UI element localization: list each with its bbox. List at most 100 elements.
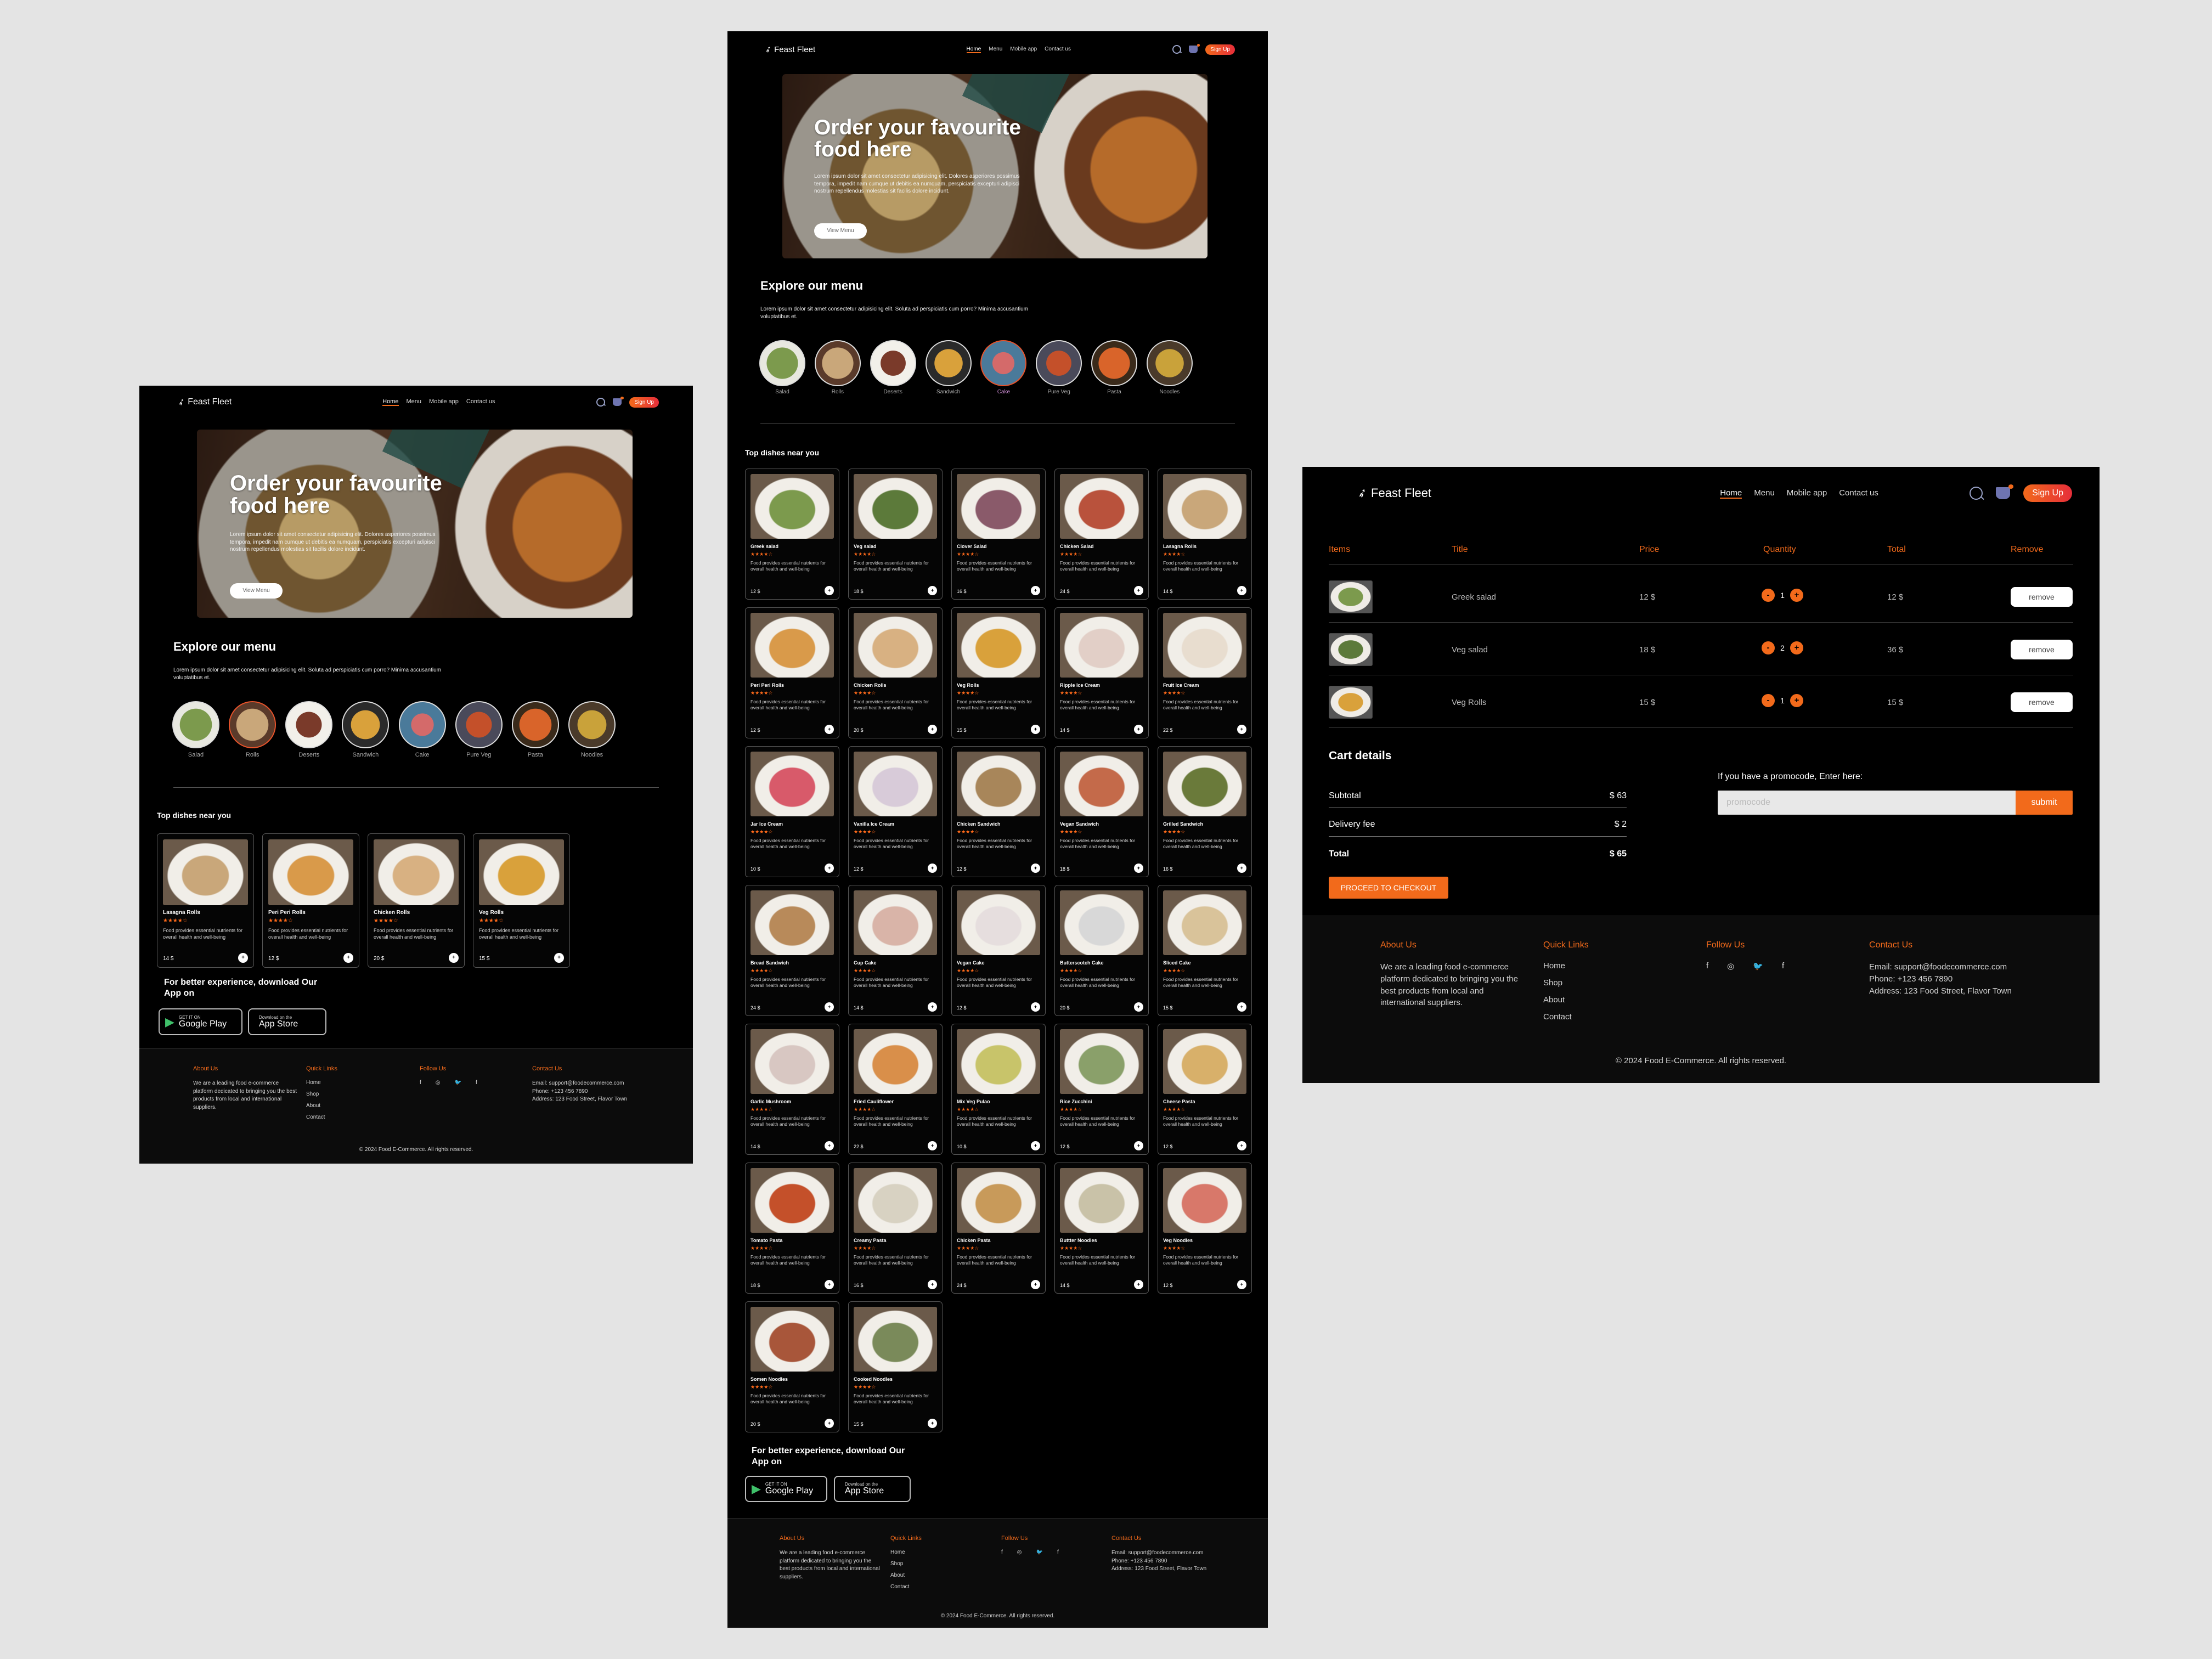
- search-icon[interactable]: [1172, 45, 1182, 54]
- add-to-cart-button[interactable]: +: [825, 1280, 834, 1289]
- dish-card[interactable]: Lasagna Rolls ★★★★☆ Food provides essentia…: [157, 833, 254, 968]
- remove-item-button[interactable]: remove: [2011, 587, 2073, 607]
- footer-link-shop[interactable]: Shop: [1543, 978, 1589, 988]
- add-to-cart-button[interactable]: +: [554, 953, 564, 963]
- add-to-cart-button[interactable]: +: [1031, 864, 1040, 873]
- logo[interactable]: ➶ Feast Fleet: [764, 44, 815, 55]
- twitter-icon[interactable]: 🐦: [1036, 1549, 1043, 1555]
- add-to-cart-button[interactable]: +: [449, 953, 459, 963]
- add-to-cart-button[interactable]: +: [825, 725, 834, 734]
- category-salad[interactable]: Salad: [759, 340, 805, 395]
- basket-icon[interactable]: [1189, 43, 1200, 53]
- submit-promo-button[interactable]: submit: [2016, 791, 2073, 815]
- facebook-icon[interactable]: f: [476, 1080, 477, 1086]
- dish-card[interactable]: Sliced Cake ★★★★☆ Food provides essential …: [1158, 885, 1252, 1016]
- footer-link-home[interactable]: Home: [890, 1549, 922, 1555]
- promocode-input[interactable]: [1718, 791, 2016, 815]
- twitter-icon[interactable]: 🐦: [455, 1080, 461, 1086]
- dish-card[interactable]: Fried Cauliflower ★★★★☆ Food provides esse…: [848, 1024, 943, 1155]
- facebook-icon[interactable]: f: [1057, 1549, 1059, 1555]
- proceed-to-checkout-button[interactable]: PROCEED TO CHECKOUT: [1329, 877, 1448, 899]
- category-sandwich[interactable]: Sandwich: [925, 340, 972, 395]
- dish-card[interactable]: Cheese Pasta ★★★★☆ Food provides essential…: [1158, 1024, 1252, 1155]
- remove-item-button[interactable]: remove: [2011, 692, 2073, 712]
- dish-card[interactable]: Creamy Pasta ★★★★☆ Food provides essential…: [848, 1163, 943, 1294]
- dish-card[interactable]: Mix Veg Pulao ★★★★☆ Food provides essentia…: [951, 1024, 1046, 1155]
- category-deserts[interactable]: Deserts: [285, 701, 333, 758]
- category-rolls[interactable]: Rolls: [814, 340, 861, 395]
- dish-card[interactable]: Clover Salad ★★★★☆ Food provides essential…: [951, 469, 1046, 600]
- increase-quantity-button[interactable]: +: [1790, 589, 1803, 602]
- facebook-icon[interactable]: f: [1001, 1549, 1003, 1555]
- category-salad[interactable]: Salad: [172, 701, 219, 758]
- add-to-cart-button[interactable]: +: [1031, 1141, 1040, 1150]
- dish-card[interactable]: Bread Sandwich ★★★★☆ Food provides essenti…: [745, 885, 839, 1016]
- dish-card[interactable]: Grilled Sandwich ★★★★☆ Food provides essen…: [1158, 746, 1252, 877]
- footer-link-home[interactable]: Home: [1543, 961, 1589, 970]
- footer-link-home[interactable]: Home: [306, 1080, 337, 1086]
- facebook-icon[interactable]: f: [1706, 961, 1708, 971]
- dish-card[interactable]: Peri Peri Rolls ★★★★☆ Food provides essent…: [745, 607, 839, 738]
- category-pure-veg[interactable]: Pure Veg: [455, 701, 503, 758]
- add-to-cart-button[interactable]: +: [1237, 1002, 1246, 1012]
- add-to-cart-button[interactable]: +: [928, 1141, 937, 1150]
- view-menu-button[interactable]: View Menu: [814, 223, 867, 239]
- dish-card[interactable]: Chicken Rolls ★★★★☆ Food provides essentia…: [368, 833, 465, 968]
- instagram-icon[interactable]: ◎: [1727, 961, 1734, 971]
- add-to-cart-button[interactable]: +: [825, 864, 834, 873]
- add-to-cart-button[interactable]: +: [1031, 1280, 1040, 1289]
- add-to-cart-button[interactable]: +: [928, 586, 937, 595]
- dish-card[interactable]: Veg Rolls ★★★★☆ Food provides essential nu…: [951, 607, 1046, 738]
- add-to-cart-button[interactable]: +: [1237, 725, 1246, 734]
- add-to-cart-button[interactable]: +: [1134, 586, 1143, 595]
- dish-card[interactable]: Chicken Rolls ★★★★☆ Food provides essentia…: [848, 607, 943, 738]
- dish-card[interactable]: Buttter Noodles ★★★★☆ Food provides essent…: [1054, 1163, 1149, 1294]
- footer-link-about[interactable]: About: [1543, 995, 1589, 1005]
- footer-link-shop[interactable]: Shop: [890, 1561, 922, 1567]
- add-to-cart-button[interactable]: +: [1134, 1280, 1143, 1289]
- nav-mobile-app[interactable]: Mobile app: [1010, 46, 1037, 53]
- increase-quantity-button[interactable]: +: [1790, 694, 1803, 707]
- app-store-button[interactable]: Download on the App Store: [834, 1476, 911, 1502]
- decrease-quantity-button[interactable]: -: [1762, 694, 1775, 707]
- dish-card[interactable]: Garlic Mushroom ★★★★☆ Food provides essent…: [745, 1024, 839, 1155]
- instagram-icon[interactable]: ◎: [1017, 1549, 1022, 1555]
- add-to-cart-button[interactable]: +: [825, 1141, 834, 1150]
- add-to-cart-button[interactable]: +: [1031, 586, 1040, 595]
- category-noodles[interactable]: Noodles: [1146, 340, 1193, 395]
- dish-card[interactable]: Peri Peri Rolls ★★★★☆ Food provides essent…: [262, 833, 359, 968]
- dish-card[interactable]: Somen Noodles ★★★★☆ Food provides essentia…: [745, 1301, 839, 1432]
- google-play-button[interactable]: ▶ GET IT ON Google Play: [745, 1476, 827, 1502]
- add-to-cart-button[interactable]: +: [928, 1280, 937, 1289]
- add-to-cart-button[interactable]: +: [1031, 725, 1040, 734]
- signup-button[interactable]: Sign Up: [2023, 484, 2072, 502]
- add-to-cart-button[interactable]: +: [1237, 1141, 1246, 1150]
- dish-card[interactable]: Greek salad ★★★★☆ Food provides essential …: [745, 469, 839, 600]
- google-play-button[interactable]: ▶ GET IT ON Google Play: [159, 1008, 242, 1035]
- decrease-quantity-button[interactable]: -: [1762, 589, 1775, 602]
- nav-mobile-app[interactable]: Mobile app: [429, 398, 459, 406]
- dish-card[interactable]: Chicken Sandwich ★★★★☆ Food provides essen…: [951, 746, 1046, 877]
- dish-card[interactable]: Cooked Noodles ★★★★☆ Food provides essenti…: [848, 1301, 943, 1432]
- dish-card[interactable]: Ripple Ice Cream ★★★★☆ Food provides essen…: [1054, 607, 1149, 738]
- dish-card[interactable]: Veg salad ★★★★☆ Food provides essential nu…: [848, 469, 943, 600]
- nav-menu[interactable]: Menu: [407, 398, 422, 406]
- basket-icon[interactable]: [613, 396, 624, 406]
- add-to-cart-button[interactable]: +: [825, 586, 834, 595]
- nav-home[interactable]: Home: [966, 46, 981, 53]
- add-to-cart-button[interactable]: +: [928, 1002, 937, 1012]
- category-rolls[interactable]: Rolls: [229, 701, 276, 758]
- facebook-icon[interactable]: f: [1782, 961, 1784, 971]
- twitter-icon[interactable]: 🐦: [1753, 961, 1763, 971]
- category-deserts[interactable]: Deserts: [870, 340, 916, 395]
- dish-card[interactable]: Rice Zucchini ★★★★☆ Food provides essentia…: [1054, 1024, 1149, 1155]
- dish-card[interactable]: Chicken Pasta ★★★★☆ Food provides essentia…: [951, 1163, 1046, 1294]
- increase-quantity-button[interactable]: +: [1790, 641, 1803, 654]
- add-to-cart-button[interactable]: +: [1134, 1002, 1143, 1012]
- signup-button[interactable]: Sign Up: [1205, 44, 1235, 55]
- decrease-quantity-button[interactable]: -: [1762, 641, 1775, 654]
- footer-link-contact[interactable]: Contact: [306, 1114, 337, 1120]
- nav-menu[interactable]: Menu: [989, 46, 1002, 53]
- dish-card[interactable]: Vanilla Ice Cream ★★★★☆ Food provides esse…: [848, 746, 943, 877]
- instagram-icon[interactable]: ◎: [436, 1080, 441, 1086]
